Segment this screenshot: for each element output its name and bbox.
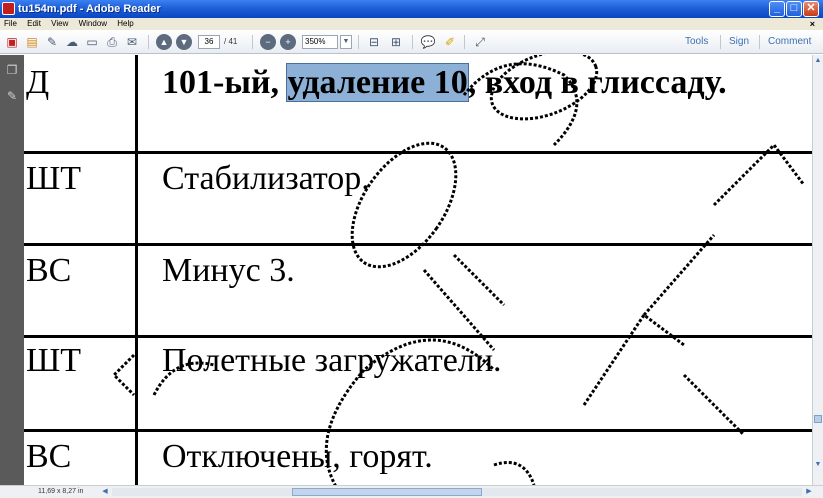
toolbar-separator: [148, 35, 149, 49]
navigation-pane: ❐ ✎: [0, 55, 24, 485]
scroll-left-icon[interactable]: ◀: [100, 487, 110, 497]
row-text: Полетные загружатели.: [162, 342, 502, 379]
title-bar: tu154m.pdf - Adobe Reader _ □ ✕: [0, 0, 823, 18]
page-number-input[interactable]: 36: [198, 35, 220, 49]
page-size-label: 11,69 x 8,27 in: [38, 488, 84, 495]
toolbar-separator: [252, 35, 253, 49]
row-code: ШТ: [26, 342, 82, 379]
document-view[interactable]: Д 101-ый, удаление 10, вход в глиссаду. …: [24, 55, 812, 485]
previous-page-icon[interactable]: ▲: [156, 34, 172, 50]
table-row-divider: [24, 151, 812, 154]
horizontal-scroll-thumb[interactable]: [292, 488, 482, 496]
zoom-dropdown-icon[interactable]: ▼: [340, 35, 352, 49]
window-title: tu154m.pdf - Adobe Reader: [18, 3, 161, 15]
open-icon[interactable]: ▤: [24, 34, 40, 50]
toolbar-separator: [464, 35, 465, 49]
tools-link[interactable]: Tools: [685, 36, 708, 48]
comment-link[interactable]: Comment: [768, 36, 811, 48]
toolbar-separator: [759, 35, 760, 49]
menu-help[interactable]: Help: [113, 18, 137, 30]
toolbar-separator: [412, 35, 413, 49]
toolbar: ▣ ▤ ✎ ☁ ▭ ⎙ ✉ ▲ ▼ 36 / 41 − + 350% ▼ ⊟ ⊞…: [0, 30, 823, 54]
print-icon[interactable]: ⎙: [104, 34, 120, 50]
vertical-scroll-thumb[interactable]: [814, 415, 822, 423]
highlight-icon[interactable]: ✐: [442, 34, 458, 50]
row-code: ВС: [26, 252, 72, 289]
comment-icon[interactable]: 💬: [420, 34, 436, 50]
sign-link[interactable]: Sign: [729, 36, 749, 48]
menu-bar: File Edit View Window Help ×: [0, 18, 823, 30]
text-selection-highlight[interactable]: удаление 10: [286, 63, 469, 102]
scroll-down-icon[interactable]: ▼: [813, 459, 823, 471]
fit-page-icon[interactable]: ⊞: [388, 34, 404, 50]
cloud-icon[interactable]: ☁: [64, 34, 80, 50]
table-row-divider: [24, 243, 812, 246]
row-code: ВС: [26, 438, 72, 475]
expand-icon[interactable]: ⤢: [472, 34, 488, 50]
stamp-watermark: [111, 55, 806, 485]
row-text: Стабилизатор.: [162, 160, 370, 197]
table-row-divider: [24, 429, 812, 432]
menu-window[interactable]: Window: [75, 18, 111, 30]
row-text: Минус 3.: [162, 252, 295, 289]
menu-file[interactable]: File: [0, 18, 21, 30]
row-text-after: , вход в глиссаду.: [467, 64, 727, 101]
save-icon[interactable]: ▭: [84, 34, 100, 50]
pages-icon[interactable]: ❐: [5, 63, 19, 77]
menu-view[interactable]: View: [47, 18, 72, 30]
vertical-scrollbar[interactable]: ▲ ▼: [812, 55, 823, 485]
scroll-up-icon[interactable]: ▲: [813, 55, 823, 67]
close-document-button[interactable]: ×: [810, 18, 815, 30]
row-text: Отключены, горят.: [162, 438, 433, 475]
row-code: Д: [26, 64, 50, 101]
maximize-button[interactable]: □: [786, 1, 802, 17]
row-text-before: 101-ый,: [162, 64, 288, 101]
row-code: ШТ: [26, 160, 82, 197]
attachment-icon[interactable]: ✎: [5, 89, 19, 103]
create-pdf-icon[interactable]: ▣: [4, 34, 20, 50]
row-text: 101-ый, удаление 10, вход в глиссаду.: [162, 63, 727, 103]
toolbar-separator: [358, 35, 359, 49]
edit-icon[interactable]: ✎: [44, 34, 60, 50]
email-icon[interactable]: ✉: [124, 34, 140, 50]
scroll-right-icon[interactable]: ▶: [804, 487, 814, 497]
horizontal-scrollbar[interactable]: [112, 488, 802, 496]
adobe-reader-icon: [2, 2, 15, 15]
page-total: / 41: [224, 37, 238, 46]
table-column-divider: [135, 55, 138, 485]
next-page-icon[interactable]: ▼: [176, 34, 192, 50]
toolbar-separator: [720, 35, 721, 49]
minimize-button[interactable]: _: [769, 1, 785, 17]
close-button[interactable]: ✕: [803, 1, 819, 17]
zoom-out-icon[interactable]: −: [260, 34, 276, 50]
fit-width-icon[interactable]: ⊟: [366, 34, 382, 50]
zoom-input[interactable]: 350%: [302, 35, 338, 49]
status-bar: 11,69 x 8,27 in ◀ ▶: [0, 485, 823, 498]
zoom-in-icon[interactable]: +: [280, 34, 296, 50]
table-row-divider: [24, 335, 812, 338]
menu-edit[interactable]: Edit: [23, 18, 45, 30]
